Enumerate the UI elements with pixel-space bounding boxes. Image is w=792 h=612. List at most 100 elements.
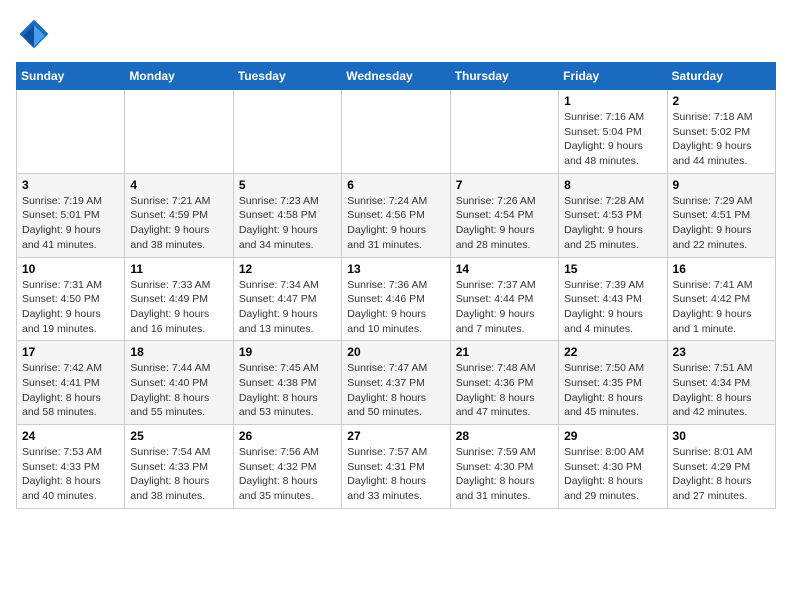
day-info: Sunrise: 7:41 AMSunset: 4:42 PMDaylight:… xyxy=(673,278,770,337)
weekday-header-row: SundayMondayTuesdayWednesdayThursdayFrid… xyxy=(17,63,776,90)
calendar: SundayMondayTuesdayWednesdayThursdayFrid… xyxy=(16,62,776,509)
day-info: Sunrise: 7:18 AMSunset: 5:02 PMDaylight:… xyxy=(673,110,770,169)
day-info: Sunrise: 7:28 AMSunset: 4:53 PMDaylight:… xyxy=(564,194,661,253)
day-number: 4 xyxy=(130,178,227,192)
day-number: 13 xyxy=(347,262,444,276)
day-number: 17 xyxy=(22,345,119,359)
day-info: Sunrise: 7:50 AMSunset: 4:35 PMDaylight:… xyxy=(564,361,661,420)
day-number: 1 xyxy=(564,94,661,108)
day-number: 10 xyxy=(22,262,119,276)
day-number: 18 xyxy=(130,345,227,359)
day-cell: 21 Sunrise: 7:48 AMSunset: 4:36 PMDayligh… xyxy=(450,341,558,425)
day-cell: 25Sunrise: 7:54 AMSunset: 4:33 PMDayligh… xyxy=(125,425,233,509)
day-info: Sunrise: 7:45 AMSunset: 4:38 PMDaylight:… xyxy=(239,361,336,420)
week-row-1: 1 Sunrise: 7:16 AMSunset: 5:04 PMDaylight… xyxy=(17,90,776,174)
day-cell: 5Sunrise: 7:23 AMSunset: 4:58 PMDaylight… xyxy=(233,173,341,257)
day-info: Sunrise: 7:53 AMSunset: 4:33 PMDaylight:… xyxy=(22,445,119,504)
day-info: Sunrise: 7:33 AMSunset: 4:49 PMDaylight:… xyxy=(130,278,227,337)
weekday-header-monday: Monday xyxy=(125,63,233,90)
day-number: 24 xyxy=(22,429,119,443)
day-cell: 18 Sunrise: 7:44 AMSunset: 4:40 PMDayligh… xyxy=(125,341,233,425)
weekday-header-sunday: Sunday xyxy=(17,63,125,90)
day-number: 30 xyxy=(673,429,770,443)
day-info: Sunrise: 7:23 AMSunset: 4:58 PMDaylight:… xyxy=(239,194,336,253)
day-number: 9 xyxy=(673,178,770,192)
day-info: Sunrise: 7:21 AMSunset: 4:59 PMDaylight:… xyxy=(130,194,227,253)
day-info: Sunrise: 7:37 AMSunset: 4:44 PMDaylight:… xyxy=(456,278,553,337)
day-cell xyxy=(233,90,341,174)
day-info: Sunrise: 7:29 AMSunset: 4:51 PMDaylight:… xyxy=(673,194,770,253)
week-row-2: 3 Sunrise: 7:19 AMSunset: 5:01 PMDaylight… xyxy=(17,173,776,257)
week-row-4: 17 Sunrise: 7:42 AMSunset: 4:41 PMDayligh… xyxy=(17,341,776,425)
day-cell: 29 Sunrise: 8:00 AMSunset: 4:30 PMDayligh… xyxy=(559,425,667,509)
day-cell: 22Sunrise: 7:50 AMSunset: 4:35 PMDayligh… xyxy=(559,341,667,425)
day-cell: 13 Sunrise: 7:36 AMSunset: 4:46 PMDayligh… xyxy=(342,257,450,341)
day-cell: 1 Sunrise: 7:16 AMSunset: 5:04 PMDaylight… xyxy=(559,90,667,174)
day-number: 16 xyxy=(673,262,770,276)
day-cell: 19 Sunrise: 7:45 AMSunset: 4:38 PMDayligh… xyxy=(233,341,341,425)
weekday-header-tuesday: Tuesday xyxy=(233,63,341,90)
day-cell: 8 Sunrise: 7:28 AMSunset: 4:53 PMDaylight… xyxy=(559,173,667,257)
weekday-header-wednesday: Wednesday xyxy=(342,63,450,90)
day-cell: 26 Sunrise: 7:56 AMSunset: 4:32 PMDayligh… xyxy=(233,425,341,509)
day-cell: 24 Sunrise: 7:53 AMSunset: 4:33 PMDayligh… xyxy=(17,425,125,509)
day-info: Sunrise: 7:24 AMSunset: 4:56 PMDaylight:… xyxy=(347,194,444,253)
logo-icon xyxy=(16,16,52,52)
day-cell xyxy=(17,90,125,174)
day-cell: 23Sunrise: 7:51 AMSunset: 4:34 PMDayligh… xyxy=(667,341,775,425)
day-info: Sunrise: 7:16 AMSunset: 5:04 PMDaylight:… xyxy=(564,110,661,169)
day-info: Sunrise: 8:00 AMSunset: 4:30 PMDaylight:… xyxy=(564,445,661,504)
day-number: 26 xyxy=(239,429,336,443)
day-info: Sunrise: 7:51 AMSunset: 4:34 PMDaylight:… xyxy=(673,361,770,420)
day-number: 3 xyxy=(22,178,119,192)
weekday-header-friday: Friday xyxy=(559,63,667,90)
weekday-header-saturday: Saturday xyxy=(667,63,775,90)
day-info: Sunrise: 7:19 AMSunset: 5:01 PMDaylight:… xyxy=(22,194,119,253)
day-number: 20 xyxy=(347,345,444,359)
day-info: Sunrise: 7:31 AMSunset: 4:50 PMDaylight:… xyxy=(22,278,119,337)
day-info: Sunrise: 7:57 AMSunset: 4:31 PMDaylight:… xyxy=(347,445,444,504)
day-cell xyxy=(450,90,558,174)
week-row-3: 10 Sunrise: 7:31 AMSunset: 4:50 PMDayligh… xyxy=(17,257,776,341)
day-info: Sunrise: 7:42 AMSunset: 4:41 PMDaylight:… xyxy=(22,361,119,420)
day-number: 14 xyxy=(456,262,553,276)
day-cell: 20 Sunrise: 7:47 AMSunset: 4:37 PMDayligh… xyxy=(342,341,450,425)
day-cell: 17 Sunrise: 7:42 AMSunset: 4:41 PMDayligh… xyxy=(17,341,125,425)
day-info: Sunrise: 7:26 AMSunset: 4:54 PMDaylight:… xyxy=(456,194,553,253)
day-number: 29 xyxy=(564,429,661,443)
page-header xyxy=(16,16,776,52)
day-cell: 4 Sunrise: 7:21 AMSunset: 4:59 PMDaylight… xyxy=(125,173,233,257)
day-number: 28 xyxy=(456,429,553,443)
day-info: Sunrise: 7:48 AMSunset: 4:36 PMDaylight:… xyxy=(456,361,553,420)
week-row-5: 24 Sunrise: 7:53 AMSunset: 4:33 PMDayligh… xyxy=(17,425,776,509)
day-number: 21 xyxy=(456,345,553,359)
day-cell: 27 Sunrise: 7:57 AMSunset: 4:31 PMDayligh… xyxy=(342,425,450,509)
day-cell: 11Sunrise: 7:33 AMSunset: 4:49 PMDayligh… xyxy=(125,257,233,341)
day-info: Sunrise: 7:56 AMSunset: 4:32 PMDaylight:… xyxy=(239,445,336,504)
day-number: 2 xyxy=(673,94,770,108)
day-info: Sunrise: 7:39 AMSunset: 4:43 PMDaylight:… xyxy=(564,278,661,337)
day-cell: 14 Sunrise: 7:37 AMSunset: 4:44 PMDayligh… xyxy=(450,257,558,341)
day-cell: 2 Sunrise: 7:18 AMSunset: 5:02 PMDaylight… xyxy=(667,90,775,174)
day-cell: 15Sunrise: 7:39 AMSunset: 4:43 PMDayligh… xyxy=(559,257,667,341)
day-info: Sunrise: 7:36 AMSunset: 4:46 PMDaylight:… xyxy=(347,278,444,337)
day-number: 27 xyxy=(347,429,444,443)
day-cell: 6Sunrise: 7:24 AMSunset: 4:56 PMDaylight… xyxy=(342,173,450,257)
day-cell xyxy=(125,90,233,174)
day-info: Sunrise: 7:34 AMSunset: 4:47 PMDaylight:… xyxy=(239,278,336,337)
day-info: Sunrise: 7:47 AMSunset: 4:37 PMDaylight:… xyxy=(347,361,444,420)
day-number: 19 xyxy=(239,345,336,359)
day-cell: 12 Sunrise: 7:34 AMSunset: 4:47 PMDayligh… xyxy=(233,257,341,341)
day-number: 25 xyxy=(130,429,227,443)
day-cell: 16 Sunrise: 7:41 AMSunset: 4:42 PMDayligh… xyxy=(667,257,775,341)
weekday-header-thursday: Thursday xyxy=(450,63,558,90)
day-info: Sunrise: 7:59 AMSunset: 4:30 PMDaylight:… xyxy=(456,445,553,504)
day-number: 8 xyxy=(564,178,661,192)
calendar-body: 1 Sunrise: 7:16 AMSunset: 5:04 PMDaylight… xyxy=(17,90,776,509)
day-cell: 28 Sunrise: 7:59 AMSunset: 4:30 PMDayligh… xyxy=(450,425,558,509)
day-cell: 9 Sunrise: 7:29 AMSunset: 4:51 PMDaylight… xyxy=(667,173,775,257)
day-info: Sunrise: 7:44 AMSunset: 4:40 PMDaylight:… xyxy=(130,361,227,420)
day-cell: 10 Sunrise: 7:31 AMSunset: 4:50 PMDayligh… xyxy=(17,257,125,341)
day-cell: 30Sunrise: 8:01 AMSunset: 4:29 PMDayligh… xyxy=(667,425,775,509)
day-number: 12 xyxy=(239,262,336,276)
